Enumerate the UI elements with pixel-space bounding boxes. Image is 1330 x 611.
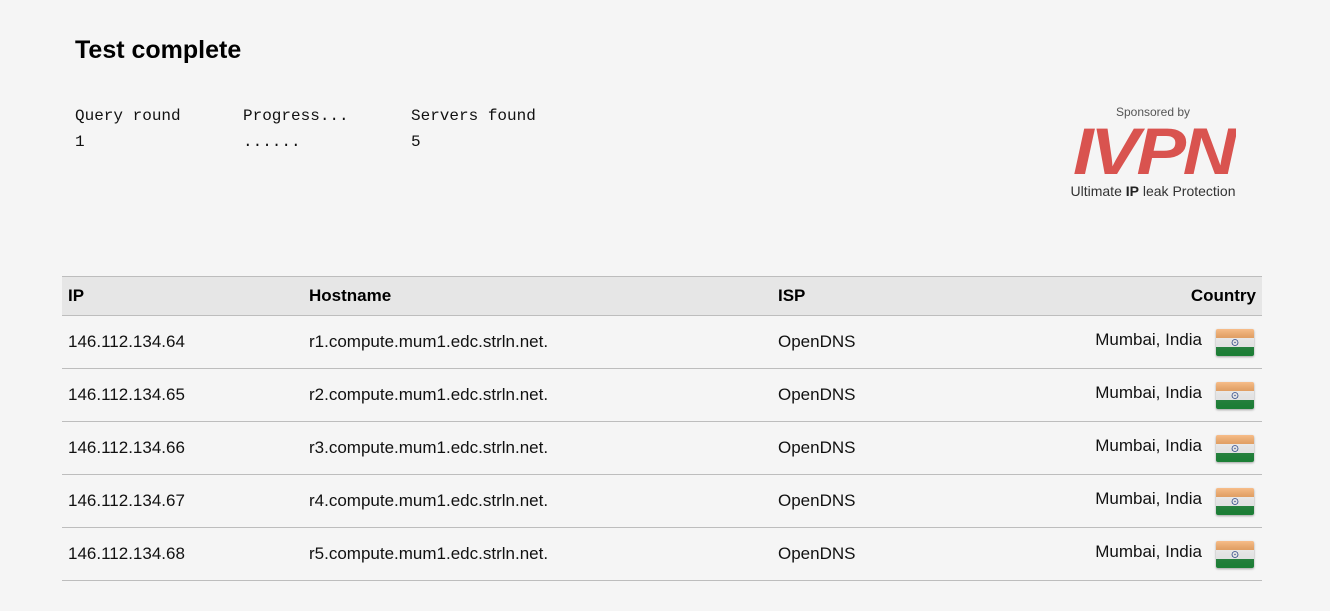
india-flag-icon bbox=[1216, 487, 1254, 515]
sponsor-tagline: Ultimate IP leak Protection bbox=[1055, 182, 1251, 200]
cell-isp: OpenDNS bbox=[772, 315, 984, 369]
table-header-row: IP Hostname ISP Country bbox=[62, 276, 1262, 316]
ivpn-logo-text: IVPN bbox=[1073, 122, 1236, 180]
ivpn-logo-icon: IVPN bbox=[1073, 122, 1236, 180]
cell-isp: OpenDNS bbox=[772, 368, 984, 422]
column-header-isp: ISP bbox=[772, 276, 984, 316]
column-header-hostname: Hostname bbox=[303, 276, 772, 316]
cell-isp: OpenDNS bbox=[772, 474, 984, 528]
india-flag-icon bbox=[1216, 381, 1254, 409]
cell-country: Mumbai, India bbox=[984, 527, 1262, 581]
query-round-label: Query round bbox=[75, 107, 181, 125]
cell-isp: OpenDNS bbox=[772, 421, 984, 475]
sponsored-by-label: Sponsored by bbox=[1115, 105, 1191, 119]
cell-ip: 146.112.134.68 bbox=[62, 527, 303, 581]
country-label: Mumbai, India bbox=[1095, 330, 1202, 349]
india-flag-icon bbox=[1216, 328, 1254, 356]
cell-ip: 146.112.134.65 bbox=[62, 368, 303, 422]
cell-country: Mumbai, India bbox=[984, 474, 1262, 528]
india-flag-icon bbox=[1216, 540, 1254, 568]
cell-hostname: r1.compute.mum1.edc.strln.net. bbox=[303, 315, 772, 369]
table-row: 146.112.134.64 r1.compute.mum1.edc.strln.… bbox=[62, 315, 1262, 369]
cell-hostname: r4.compute.mum1.edc.strln.net. bbox=[303, 474, 772, 528]
sponsor-banner[interactable]: Sponsored by IVPN Ultimate IP leak Prote… bbox=[1055, 104, 1251, 200]
cell-country: Mumbai, India bbox=[984, 368, 1262, 422]
table-row: 146.112.134.65 r2.compute.mum1.edc.strln.… bbox=[62, 368, 1262, 422]
servers-found-column: Servers found 5 bbox=[411, 103, 536, 155]
column-header-country: Country bbox=[984, 276, 1262, 316]
query-round-column: Query round 1 bbox=[75, 103, 181, 155]
progress-column: Progress... ...... bbox=[243, 103, 349, 155]
page-title: Test complete bbox=[75, 36, 242, 64]
dns-servers-table: IP Hostname ISP Country 146.112.134.64 r1… bbox=[62, 276, 1262, 581]
country-label: Mumbai, India bbox=[1095, 383, 1202, 402]
table-row: 146.112.134.67 r4.compute.mum1.edc.strln.… bbox=[62, 474, 1262, 528]
country-label: Mumbai, India bbox=[1095, 489, 1202, 508]
dns-leak-test-page: Test complete Query round 1 Progress... … bbox=[0, 0, 1330, 611]
cell-isp: OpenDNS bbox=[772, 527, 984, 581]
sponsor-tagline-post: leak Protection bbox=[1138, 183, 1236, 199]
cell-ip: 146.112.134.66 bbox=[62, 421, 303, 475]
query-round-value: 1 bbox=[75, 133, 85, 151]
table-body: 146.112.134.64 r1.compute.mum1.edc.strln.… bbox=[62, 315, 1262, 581]
cell-country: Mumbai, India bbox=[984, 421, 1262, 475]
servers-found-value: 5 bbox=[411, 133, 421, 151]
cell-ip: 146.112.134.67 bbox=[62, 474, 303, 528]
cell-country: Mumbai, India bbox=[984, 315, 1262, 369]
india-flag-icon bbox=[1216, 434, 1254, 462]
column-header-ip: IP bbox=[62, 276, 303, 316]
table-row: 146.112.134.68 r5.compute.mum1.edc.strln.… bbox=[62, 527, 1262, 581]
country-label: Mumbai, India bbox=[1095, 436, 1202, 455]
table-row: 146.112.134.66 r3.compute.mum1.edc.strln.… bbox=[62, 421, 1262, 475]
progress-value: ...... bbox=[243, 133, 301, 151]
progress-label: Progress... bbox=[243, 107, 349, 125]
sponsor-tagline-bold: IP bbox=[1125, 183, 1139, 199]
cell-hostname: r5.compute.mum1.edc.strln.net. bbox=[303, 527, 772, 581]
cell-hostname: r2.compute.mum1.edc.strln.net. bbox=[303, 368, 772, 422]
servers-found-label: Servers found bbox=[411, 107, 536, 125]
cell-hostname: r3.compute.mum1.edc.strln.net. bbox=[303, 421, 772, 475]
sponsor-tagline-pre: Ultimate bbox=[1070, 183, 1126, 199]
country-label: Mumbai, India bbox=[1095, 542, 1202, 561]
cell-ip: 146.112.134.64 bbox=[62, 315, 303, 369]
